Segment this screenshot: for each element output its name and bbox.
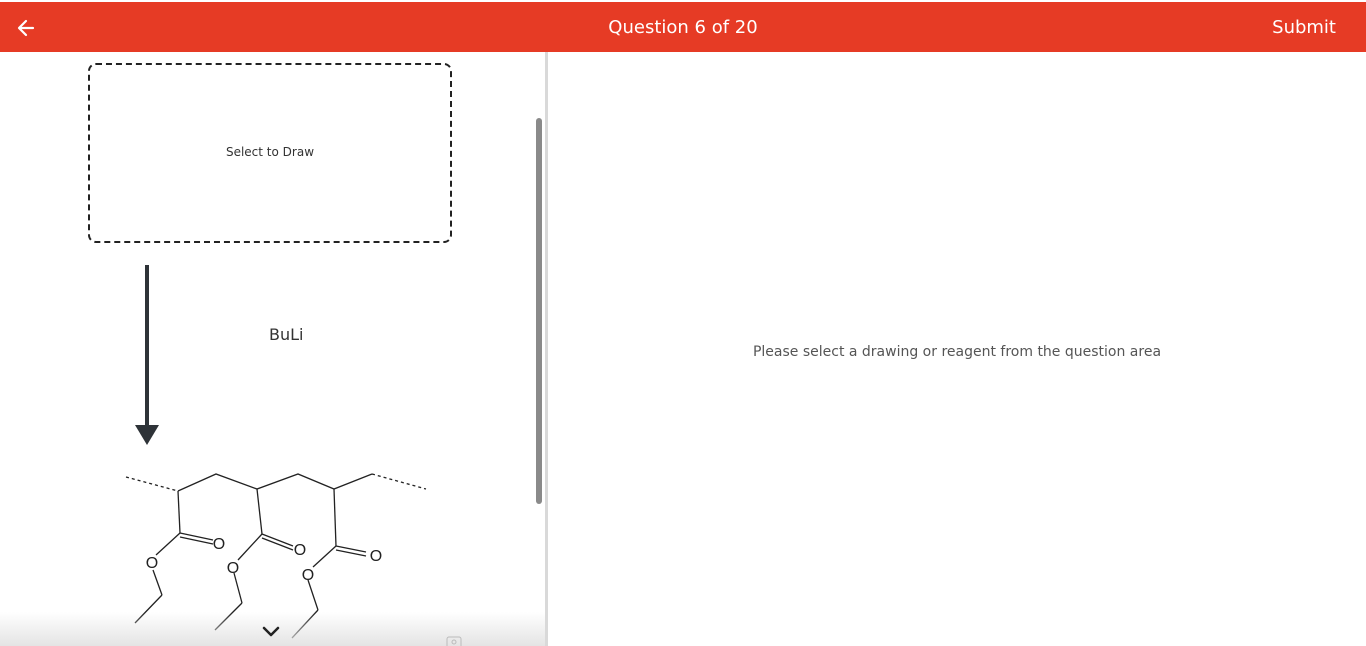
atom-label: O: [302, 567, 314, 584]
submit-button[interactable]: Submit: [1272, 17, 1336, 38]
atom-label: O: [146, 555, 158, 572]
chevron-down-icon[interactable]: [260, 623, 282, 641]
atom-label: O: [227, 560, 239, 577]
reagent-label[interactable]: BuLi: [269, 325, 303, 344]
atom-label: O: [294, 542, 306, 559]
atom-label: O: [370, 548, 382, 565]
page-title: Question 6 of 20: [608, 17, 758, 38]
scrollbar-thumb[interactable]: [536, 118, 542, 504]
atom-label: O: [213, 536, 225, 553]
empty-state-message: Please select a drawing or reagent from …: [752, 344, 1162, 360]
draw-area[interactable]: Select to Draw: [88, 63, 452, 243]
reaction-arrow: [135, 265, 159, 445]
top-bar: Question 6 of 20 Submit: [0, 2, 1366, 52]
draw-area-label: Select to Draw: [225, 144, 315, 159]
zoom-icon[interactable]: [446, 636, 462, 646]
